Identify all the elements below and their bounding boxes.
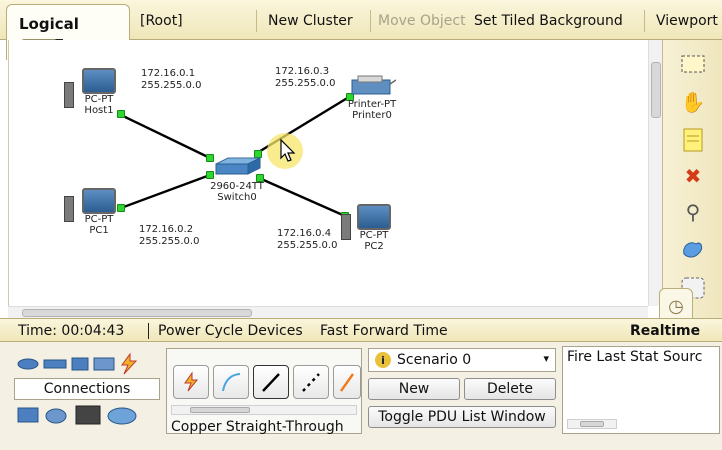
pc-monitor-icon [82,68,116,94]
logical-workspace[interactable]: PC-PT Host1 172.16.0.1 255.255.0.0 PC-PT… [8,40,648,306]
ip-address: 172.16.0.3 [275,66,330,77]
link-switch-pc2 [258,176,346,218]
common-tools-bar: ✋ ✖ ⚲ ◷ [659,40,722,326]
toolbar-divider [370,10,371,32]
bottom-panel: Connections Copper Straight-Through i Sc… [0,342,722,450]
set-tiled-background-button[interactable]: Set Tiled Background [474,13,623,29]
ip-address: 172.16.0.2 [139,224,194,235]
printer-icon [351,75,397,95]
device-type-label: PC-PT [84,94,114,105]
subnet-mask: 255.255.0.0 [277,240,338,251]
device-categories-row [14,352,164,376]
automatic-cable-icon[interactable] [173,365,209,399]
switch-icon [215,157,261,175]
delete-icon[interactable]: ✖ [677,160,709,192]
end-devices-icon [17,407,39,423]
scenario-value: Scenario 0 [397,352,472,368]
scroll-thumb[interactable] [190,407,250,413]
pdu-list-panel: Fire Last Stat Sourc [562,346,720,434]
move-object-button[interactable]: Move Object [378,13,466,29]
multiuser-connection-icon [107,407,137,425]
wireless-devices-icon [93,357,115,371]
pc2-address: 172.16.0.4 255.255.0.0 [277,228,337,252]
category-label: Connections [14,378,160,400]
time-bar: Time: 00:04:43 Power Cycle Devices Fast … [0,318,722,342]
pc1-address: 172.16.0.2 255.255.0.0 [139,224,199,248]
draw-shape-icon[interactable] [677,232,709,264]
new-scenario-button[interactable]: New [368,378,460,400]
device-name-label: Host1 [84,105,114,116]
pc-tower-icon [64,196,74,222]
toolbar-divider [644,10,645,32]
connections-lightning-icon [121,352,138,375]
place-note-icon[interactable] [677,124,709,156]
link-pc1-switch [120,173,211,210]
scroll-thumb[interactable] [580,421,604,427]
switches-icon [43,359,67,369]
info-icon[interactable]: i [375,352,391,368]
device-name-label: Switch0 [217,192,257,203]
logical-label: Logical [19,15,79,33]
fast-forward-time-button[interactable]: Fast Forward Time [320,323,448,339]
device-type-label: 2960-24TT [210,181,264,192]
toolbar-divider [256,10,257,32]
host1-address: 172.16.0.1 255.255.0.0 [141,68,201,92]
pc-tower-icon [341,214,351,240]
device-name-label: PC1 [89,225,109,236]
pdu-list-scrollbar[interactable] [567,419,617,429]
pc-tower-icon [64,82,74,108]
delete-scenario-button[interactable]: Delete [464,378,556,400]
cable-types-scrollbar[interactable] [171,405,357,415]
ip-address: 172.16.0.4 [277,228,332,239]
toggle-pdu-list-button[interactable]: Toggle PDU List Window [368,406,556,428]
subnet-mask: 255.255.0.0 [139,236,200,247]
console-cable-icon[interactable] [213,365,249,399]
pc-monitor-icon [357,204,391,230]
simulation-time: Time: 00:04:43 [18,323,125,339]
inspect-magnifier-icon[interactable]: ⚲ [677,196,709,228]
select-tool-icon[interactable] [677,48,709,80]
pc-monitor-icon [82,188,116,214]
device-printer0[interactable]: Printer-PT Printer0 [341,74,403,121]
device-categories-row-2 [14,402,164,430]
hubs-icon [71,357,89,371]
viewport-button[interactable]: Viewport [656,13,718,29]
subnet-mask: 255.255.0.0 [141,80,202,91]
realtime-mode-tab[interactable]: Realtime [630,323,700,339]
ip-address: 172.16.0.1 [141,68,196,79]
pdu-list-headers: Fire Last Stat Sourc [567,349,703,365]
power-cycle-devices-button[interactable]: Power Cycle Devices [158,323,303,339]
device-switch0[interactable]: 2960-24TT Switch0 [203,156,271,203]
printer0-address: 172.16.0.3 255.255.0.0 [275,66,335,90]
selected-cable-name: Copper Straight-Through [171,419,344,435]
cable-types-panel: Copper Straight-Through [166,348,362,435]
link-host1-switch [120,113,211,160]
device-name-label: PC2 [364,241,384,252]
workspace-horizontal-scrollbar[interactable] [8,306,648,318]
device-name-label: Printer0 [352,110,392,121]
scroll-thumb[interactable] [651,62,661,118]
scenario-select[interactable]: i Scenario 0 ▾ [368,348,556,372]
copper-cross-over-icon[interactable] [293,365,329,399]
workspace-vertical-scrollbar[interactable] [648,40,662,306]
device-host1[interactable]: PC-PT Host1 [64,68,134,116]
device-type-label: Printer-PT [347,99,397,110]
routers-icon [17,358,39,370]
wan-emulation-icon [45,408,67,424]
move-layout-hand-icon[interactable]: ✋ [677,86,709,118]
new-cluster-button[interactable]: New Cluster [268,13,353,29]
custom-devices-icon [75,405,101,425]
device-type-label: PC-PT [84,214,114,225]
chevron-down-icon[interactable]: ▾ [543,352,549,365]
subnet-mask: 255.255.0.0 [275,78,336,89]
fiber-cable-icon[interactable] [333,365,361,399]
copper-straight-through-icon[interactable] [253,365,289,399]
device-pc2[interactable]: PC-PT PC2 [339,204,409,252]
device-pc1[interactable]: PC-PT PC1 [64,188,134,236]
root-button[interactable]: [Root] [140,13,183,29]
scroll-thumb[interactable] [22,309,252,317]
